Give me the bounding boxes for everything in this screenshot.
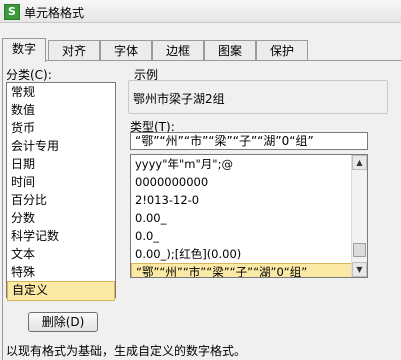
tab-border[interactable]: 边框 [152,40,204,60]
tab-alignment[interactable]: 对齐 [48,40,100,60]
scroll-thumb[interactable] [353,243,366,257]
format-list[interactable]: yyyy"年"m"月";@ 0000000000 2!013-12-0 0.00… [130,154,368,278]
category-item-percentage[interactable]: 百分比 [7,191,115,209]
sample-value: 鄂州市梁子湖2组 [133,92,225,106]
app-icon: S [4,4,20,20]
tab-pattern[interactable]: 图案 [204,40,256,60]
format-item-selected[interactable]: “鄂”“州”“市”“梁”“子”“湖”0“组” [131,263,367,277]
category-item-fraction[interactable]: 分数 [7,209,115,227]
category-item-date[interactable]: 日期 [7,155,115,173]
category-item-time[interactable]: 时间 [7,173,115,191]
category-item-currency[interactable]: 货币 [7,119,115,137]
format-item[interactable]: 2!013-12-0 [131,191,367,209]
tab-protection[interactable]: 保护 [256,40,308,60]
category-item-custom[interactable]: 自定义 [7,281,115,301]
sample-label: 示例 [134,68,159,82]
tab-number[interactable]: 数字 [2,38,46,62]
format-list-scrollbar[interactable]: ▲ ▼ [351,155,367,277]
delete-button[interactable]: 删除(D) [28,312,98,332]
category-item-text[interactable]: 文本 [7,245,115,263]
scroll-down-icon[interactable]: ▼ [352,262,367,277]
category-label: 分类(C): [6,68,52,82]
category-item-general[interactable]: 常规 [7,83,115,101]
type-input[interactable]: “鄂”“州”“市”“梁”“子”“湖”0“组” [130,132,368,150]
scroll-up-icon[interactable]: ▲ [352,155,367,170]
format-item[interactable]: 0000000000 [131,173,367,191]
category-item-number[interactable]: 数值 [7,101,115,119]
category-item-accounting[interactable]: 会计专用 [7,137,115,155]
window-title: 单元格格式 [24,6,85,20]
title-bar: S 单元格格式 [0,0,401,23]
format-item[interactable]: 0.00_ [131,209,367,227]
tab-font[interactable]: 字体 [100,40,152,60]
category-item-scientific[interactable]: 科学记数 [7,227,115,245]
format-item[interactable]: 0.00_);[红色](0.00) [131,245,367,263]
category-item-special[interactable]: 特殊 [7,263,115,281]
footer-hint: 以现有格式为基础，生成自定义的数字格式。 [6,344,247,358]
category-list[interactable]: 常规 数值 货币 会计专用 日期 时间 百分比 分数 科学记数 文本 特殊 自定… [6,82,116,301]
format-item[interactable]: yyyy"年"m"月";@ [131,155,367,173]
format-item[interactable]: 0.0_ [131,227,367,245]
